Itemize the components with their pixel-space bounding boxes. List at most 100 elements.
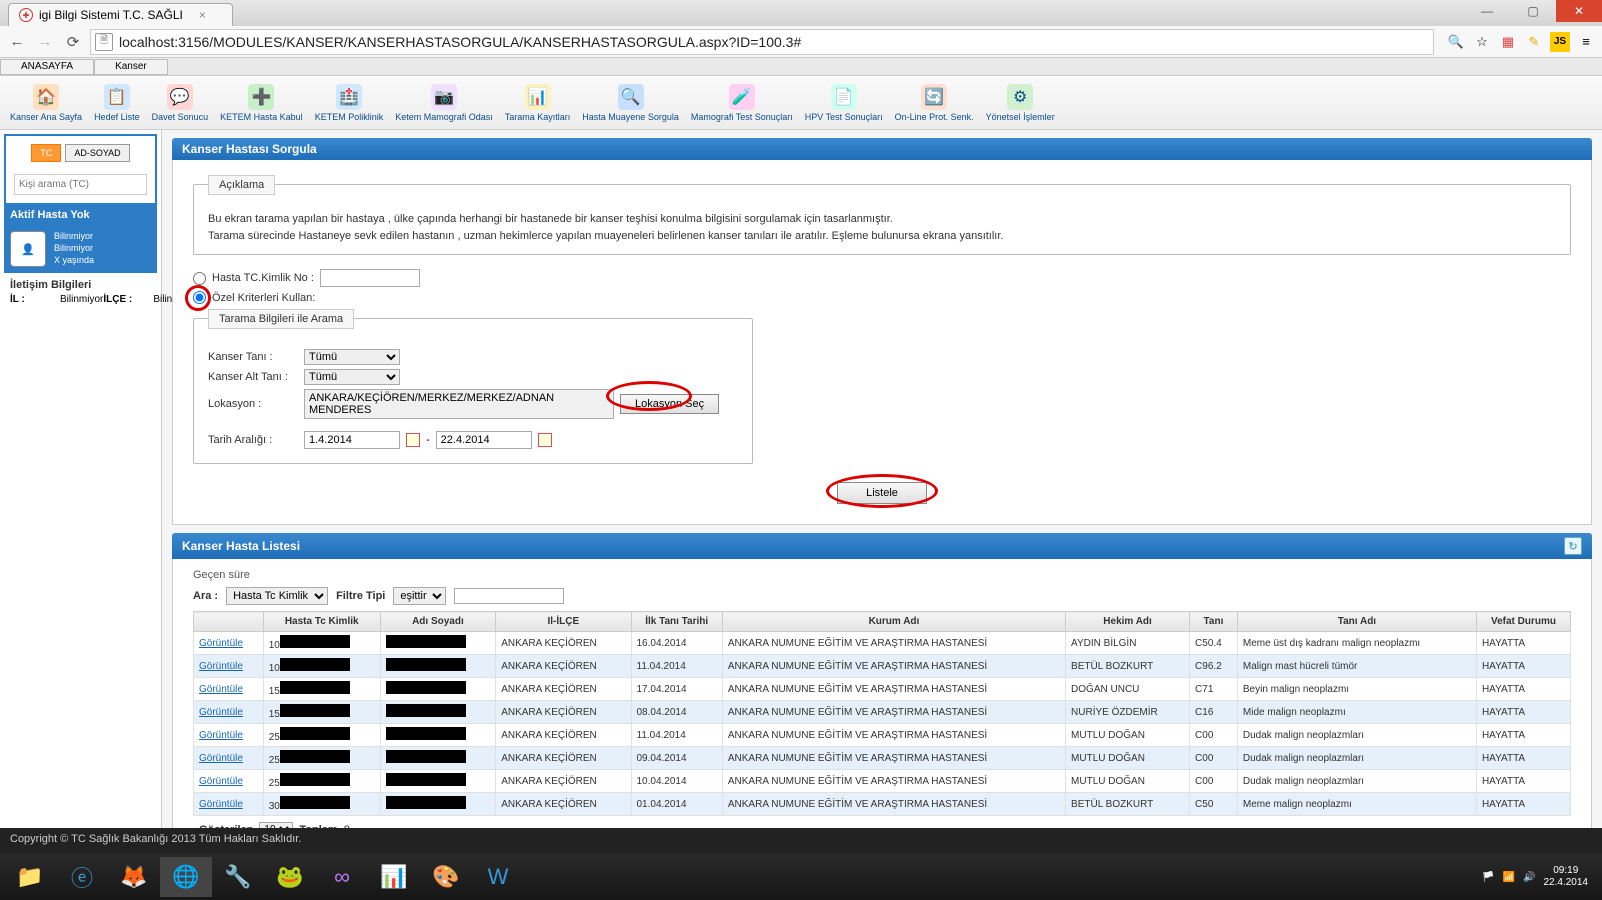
tray-net-icon[interactable]: 📶 [1503,872,1515,883]
tray-vol-icon[interactable]: 🔊 [1523,872,1535,883]
filter-value-input[interactable] [454,588,564,604]
toggle-tc[interactable]: TC [31,144,61,162]
refresh-icon[interactable]: ↻ [1564,537,1582,555]
ext-js-icon[interactable]: JS [1550,32,1570,52]
active-patient-header: Aktif Hasta Yok [4,205,157,225]
chrome-menu-icon[interactable]: ≡ [1576,32,1596,52]
view-link[interactable]: Görüntüle [199,753,243,764]
col-header[interactable] [194,612,264,632]
col-header[interactable]: Il-İLÇE [496,612,631,632]
tab-anasayfa[interactable]: ANASAYFA [0,59,94,75]
select-ara[interactable]: Hasta Tc Kimlik [226,587,328,605]
ext-video-icon[interactable]: ▦ [1498,32,1518,52]
toggle-adsoyad[interactable]: AD-SOYAD [65,144,129,162]
toolbar-yönetsel-i̇şlemler[interactable]: ⚙Yönetsel İşlemler [986,84,1055,122]
toolbar-hedef-liste[interactable]: 📋Hedef Liste [94,84,140,122]
taskbar-paint[interactable]: 🎨 [420,857,472,897]
toolbar-ketem-mamografi-odası[interactable]: 📷Ketem Mamografi Odası [395,84,493,122]
listele-button[interactable]: Listele [837,482,927,504]
tab-kanser[interactable]: Kanser [94,59,168,75]
toolbar-kanser-ana-sayfa[interactable]: 🏠Kanser Ana Sayfa [10,84,82,122]
patient-info-1: Bilinmiyor [54,231,94,241]
col-header[interactable]: İlk Tanı Tarihi [631,612,722,632]
tab-title: igi Bilgi Sistemi T.C. SAĞLI [39,8,183,22]
explain-text-2: Tarama sürecinde Hastaneye sevk edilen h… [208,228,1556,245]
table-row: Görüntüle25ANKARA KEÇİÖREN11.04.2014ANKA… [194,724,1571,747]
col-header[interactable]: Tanı [1190,612,1238,632]
calendar-icon-1[interactable] [406,433,420,447]
toolbar-davet-sonucu[interactable]: 💬Davet Sonucu [152,84,209,122]
col-header[interactable]: Tanı Adı [1237,612,1476,632]
patient-info-3: X yaşında [54,255,94,265]
taskbar-word[interactable]: W [472,857,524,897]
view-link[interactable]: Görüntüle [199,799,243,810]
toolbar-hpv-test-sonuçları[interactable]: 📄HPV Test Sonuçları [805,84,883,122]
forward-button[interactable]: → [34,31,56,53]
toolbar-ketem-hasta-kabul[interactable]: ➕KETEM Hasta Kabul [220,84,303,122]
label-tckimlik: Hasta TC.Kimlik No : [212,272,314,284]
taskbar-tool1[interactable]: 🔧 [212,857,264,897]
view-link[interactable]: Görüntüle [199,638,243,649]
window-minimize[interactable]: — [1464,0,1510,22]
select-tani[interactable]: Tümü [304,349,400,365]
reload-button[interactable]: ⟳ [62,31,84,53]
toolbar-ketem-poliklinik[interactable]: 🏥KETEM Poliklinik [315,84,384,122]
view-link[interactable]: Görüntüle [199,707,243,718]
input-tckimlik[interactable] [320,269,420,287]
taskbar-tool2[interactable]: 📊 [368,857,420,897]
browser-tab[interactable]: ✚ igi Bilgi Sistemi T.C. SAĞLI × [8,3,233,26]
label-ara: Ara : [193,590,218,602]
module-tabs: ANASAYFA Kanser [0,58,1602,76]
toolbar-mamografi-test-sonuçları[interactable]: 🧪Mamografi Test Sonuçları [691,84,793,122]
taskbar-frog[interactable]: 🐸 [264,857,316,897]
col-header[interactable]: Vefat Durumu [1476,612,1570,632]
view-link[interactable]: Görüntüle [199,684,243,695]
radio-tckimlik[interactable] [193,272,206,285]
toolbar-hasta-muayene-sorgula[interactable]: 🔍Hasta Muayene Sorgula [582,84,679,122]
app-toolbar: 🏠Kanser Ana Sayfa 📋Hedef Liste 💬Davet Sonu… [0,76,1602,130]
clock-date: 22.4.2014 [1544,877,1589,889]
radio-ozel[interactable] [193,291,206,304]
ext-pencil-icon[interactable]: ✎ [1524,32,1544,52]
table-row: Görüntüle10ANKARA KEÇİÖREN16.04.2014ANKA… [194,632,1571,655]
date-end[interactable] [436,431,532,449]
label-ozel: Özel Kriterleri Kullan: [212,292,315,304]
toolbar-on-line-prot.-senk.[interactable]: 🔄On-Line Prot. Senk. [895,84,974,122]
taskbar-chrome[interactable]: 🌐 [160,857,212,897]
page-icon: 🗎 [95,33,113,51]
col-header[interactable]: Kurum Adı [722,612,1065,632]
col-header[interactable]: Adı Soyadı [380,612,496,632]
date-sep: - [426,434,430,446]
select-alt-tani[interactable]: Tümü [304,369,400,385]
table-row: Görüntüle25ANKARA KEÇİÖREN10.04.2014ANKA… [194,770,1571,793]
star-icon[interactable]: ☆ [1472,32,1492,52]
calendar-icon-2[interactable] [538,433,552,447]
label-filtretipi: Filtre Tipi [336,590,385,602]
toolbar-tarama-kayıtları[interactable]: 📊Tarama Kayıtları [505,84,571,122]
view-link[interactable]: Görüntüle [199,776,243,787]
select-filtretipi[interactable]: eşittir [393,587,446,605]
taskbar-ie[interactable]: ⓔ [56,857,108,897]
col-header[interactable]: Hekim Adı [1066,612,1190,632]
window-maximize[interactable]: ▢ [1510,0,1556,22]
label-tarih: Tarih Aralığı : [208,434,298,446]
col-header[interactable]: Hasta Tc Kimlik [263,612,380,632]
tray-clock[interactable]: 09:19 22.4.2014 [1544,865,1589,889]
back-button[interactable]: ← [6,31,28,53]
taskbar-firefox[interactable]: 🦊 [108,857,160,897]
date-start[interactable] [304,431,400,449]
taskbar-explorer[interactable]: 📁 [4,857,56,897]
lokasyon-sec-button[interactable]: Lokasyon Seç [620,394,719,414]
elapsed-label: Geçen süre [193,569,1571,581]
taskbar-vs[interactable]: ∞ [316,857,368,897]
view-link[interactable]: Görüntüle [199,661,243,672]
patient-search-input[interactable] [14,174,147,195]
window-close[interactable]: ✕ [1556,0,1602,22]
table-row: Görüntüle10ANKARA KEÇİÖREN11.04.2014ANKA… [194,655,1571,678]
url-field[interactable] [119,34,1429,50]
label-tani: Kanser Tanı : [208,351,298,363]
close-tab-icon[interactable]: × [199,8,206,22]
tray-flag-icon[interactable]: 🏳️ [1482,872,1494,883]
view-link[interactable]: Görüntüle [199,730,243,741]
search-icon[interactable]: 🔍 [1446,32,1466,52]
